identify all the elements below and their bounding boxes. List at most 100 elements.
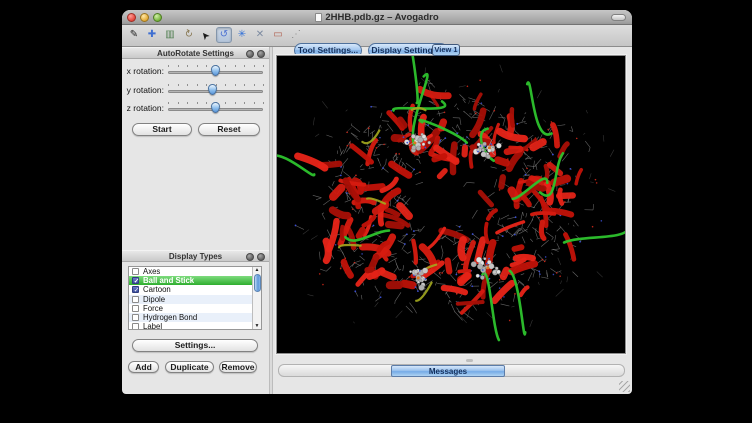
display-types-rows: AxesBall and StickCartoonDipoleForceHydr… — [129, 267, 252, 330]
display-type-row-label[interactable]: Label — [129, 322, 252, 330]
gl-viewport[interactable] — [276, 55, 626, 354]
molecule-render[interactable] — [277, 56, 625, 353]
display-type-checkbox[interactable] — [132, 305, 139, 312]
toolbar-toggle-button[interactable] — [611, 14, 626, 21]
display-types-panel-titlebar[interactable]: Display Types — [122, 250, 269, 262]
draw-tool-icon: ✎ — [130, 30, 138, 40]
messages-splitter-handle[interactable] — [466, 359, 473, 362]
autorotate-float-button[interactable] — [246, 50, 254, 58]
remove-button[interactable]: Remove — [219, 361, 257, 373]
resize-grip-icon[interactable] — [619, 381, 630, 392]
manipulate-tool-icon: ↻ — [182, 29, 194, 42]
display-type-row-dipole[interactable]: Dipole — [129, 295, 252, 304]
list-scrollbar[interactable]: ▲ ▼ — [252, 267, 261, 329]
slider-thumb[interactable] — [211, 65, 220, 76]
display-type-label: Ball and Stick — [143, 276, 194, 285]
slider-tick — [225, 84, 226, 86]
slider-tick — [235, 65, 236, 67]
ruler-tool-icon: ▭ — [273, 30, 282, 40]
slider-tick — [225, 102, 226, 104]
draw-tool-button[interactable]: ✎ — [126, 27, 142, 43]
display-type-row-hydrogen-bond[interactable]: Hydrogen Bond — [129, 313, 252, 322]
slider-label: x rotation: — [122, 66, 164, 76]
auto-optimize-tool-button[interactable]: ✳ — [234, 27, 250, 43]
navigate-tool-icon: ✚ — [148, 30, 156, 40]
title-bar[interactable]: 2HHB.pdb.gz – Avogadro — [122, 10, 632, 25]
display-type-row-ball-and-stick[interactable]: Ball and Stick — [129, 276, 252, 285]
slider-row-z: z rotation: — [122, 99, 269, 116]
display-type-row-cartoon[interactable]: Cartoon — [129, 285, 252, 294]
scroll-up-icon[interactable]: ▲ — [253, 267, 261, 273]
slider-tick — [263, 84, 264, 86]
display-type-label: Label — [143, 322, 162, 330]
display-types-list[interactable]: AxesBall and StickCartoonDipoleForceHydr… — [128, 266, 262, 330]
display-type-settings-button[interactable]: Settings... — [132, 339, 258, 352]
display-types-panel-title: Display Types — [169, 252, 222, 261]
y-rotation-slider[interactable] — [168, 81, 263, 98]
display-type-checkbox[interactable] — [132, 314, 139, 321]
auto-rotate-tool-button[interactable]: ↺ — [216, 27, 232, 43]
ruler-tool-button[interactable]: ▭ — [270, 27, 286, 43]
display-type-checkbox[interactable] — [132, 296, 139, 303]
align-tool-button[interactable]: ⋰ — [288, 27, 304, 43]
manipulate-tool-button[interactable]: ↻ — [180, 27, 196, 43]
bond-centric-tool-button[interactable]: ▥ — [162, 27, 178, 43]
display-type-checkbox[interactable] — [132, 286, 139, 293]
panel-splitter[interactable] — [269, 47, 273, 394]
scroll-down-icon[interactable]: ▼ — [253, 323, 261, 329]
auto-rotate-tool-icon: ↺ — [220, 30, 228, 40]
slider-tick — [187, 65, 188, 67]
slider-thumb[interactable] — [211, 102, 220, 113]
slider-tick — [206, 65, 207, 67]
slider-tick — [235, 102, 236, 104]
slider-tick — [168, 84, 169, 86]
slider-tick — [197, 102, 198, 104]
slider-tick — [197, 65, 198, 67]
reset-button[interactable]: Reset — [198, 123, 260, 136]
slider-row-x: x rotation: — [122, 62, 269, 79]
autorotate-close-button[interactable] — [257, 50, 265, 58]
display-type-checkbox[interactable] — [132, 277, 139, 284]
add-button[interactable]: Add — [128, 361, 159, 373]
auto-optimize-tool-icon: ✳ — [238, 30, 246, 40]
display-types-close-button[interactable] — [257, 253, 265, 261]
display-types-float-button[interactable] — [246, 253, 254, 261]
avogadro-window: 2HHB.pdb.gz – Avogadro ✎✚▥↻➤↺✳✕▭⋰ Tool S… — [122, 10, 632, 394]
slider-tick — [178, 102, 179, 104]
window-title: 2HHB.pdb.gz – Avogadro — [122, 10, 632, 25]
scrollbar-thumb[interactable] — [254, 274, 261, 292]
slider-tick — [197, 84, 198, 86]
slider-tick — [254, 84, 255, 86]
slider-tick — [187, 84, 188, 86]
slider-label: z rotation: — [122, 103, 164, 113]
bond-centric-tool-icon: ▥ — [165, 30, 174, 40]
display-type-label: Axes — [143, 267, 160, 276]
slider-tick — [244, 65, 245, 67]
slider-tick — [225, 65, 226, 67]
messages-button[interactable]: Messages — [391, 365, 505, 378]
display-type-checkbox[interactable] — [132, 323, 139, 330]
start-button[interactable]: Start — [132, 123, 192, 136]
view-tab[interactable]: View 1 — [432, 44, 460, 56]
display-type-checkbox[interactable] — [132, 268, 139, 275]
slider-tick — [254, 102, 255, 104]
slider-tick — [168, 102, 169, 104]
duplicate-button[interactable]: Duplicate — [165, 361, 214, 373]
display-type-label: Hydrogen Bond — [143, 313, 197, 322]
measure-tool-button[interactable]: ✕ — [252, 27, 268, 43]
desktop: 2HHB.pdb.gz – Avogadro ✎✚▥↻➤↺✳✕▭⋰ Tool S… — [0, 0, 752, 423]
slider-tick — [263, 65, 264, 67]
navigate-tool-button[interactable]: ✚ — [144, 27, 160, 43]
tool-toolbar: ✎✚▥↻➤↺✳✕▭⋰ Tool Settings... Display Sett… — [122, 25, 632, 47]
z-rotation-slider[interactable] — [168, 99, 263, 116]
slider-label: y rotation: — [122, 85, 164, 95]
display-type-row-force[interactable]: Force — [129, 304, 252, 313]
slider-tick — [263, 102, 264, 104]
slider-thumb[interactable] — [208, 84, 217, 95]
display-type-row-axes[interactable]: Axes — [129, 267, 252, 276]
selection-tool-button[interactable]: ➤ — [198, 27, 214, 43]
x-rotation-slider[interactable] — [168, 62, 263, 79]
tool-icon-group: ✎ ✚ ▥ ↻ ➤ ↺ ✳ ✕ ▭ ⋰ — [126, 27, 304, 43]
slider-tick — [168, 65, 169, 67]
autorotate-panel-titlebar[interactable]: AutoRotate Settings — [122, 47, 269, 59]
